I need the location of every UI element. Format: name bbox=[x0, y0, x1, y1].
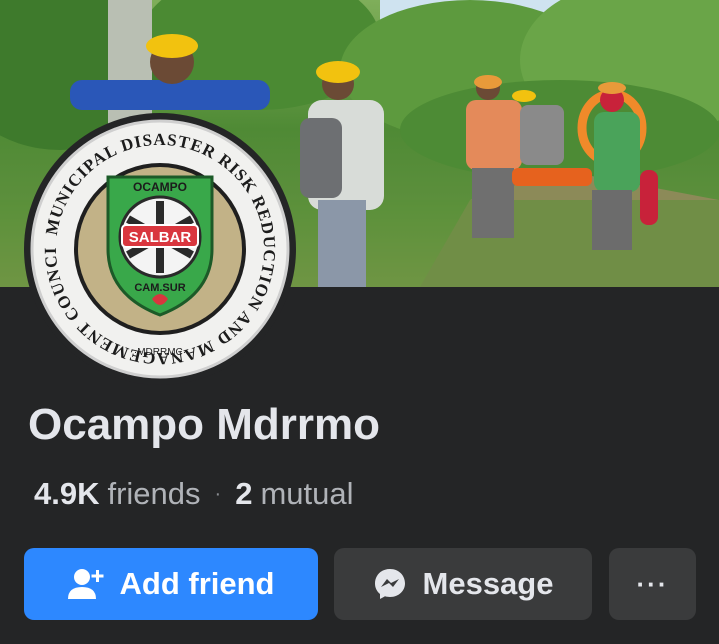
logo-bottom-label: CAM.SUR bbox=[134, 282, 185, 294]
badge-text: SALBAR bbox=[129, 229, 192, 246]
separator-dot: · bbox=[214, 482, 222, 505]
add-friend-label: Add friend bbox=[119, 566, 275, 601]
friend-stats: 4.9K friends · 2 mutual bbox=[24, 468, 412, 520]
logo-top-label: OCAMPO bbox=[133, 180, 187, 194]
message-label: Message bbox=[422, 566, 554, 601]
friends-count[interactable]: 4.9K bbox=[34, 476, 99, 512]
profile-name: Ocampo Mdrrmo bbox=[28, 400, 381, 449]
add-person-icon bbox=[67, 568, 104, 600]
profile-avatar[interactable]: SALBAR OCAMPO CAM.SUR MUNICIPAL DISASTER… bbox=[24, 113, 296, 385]
message-button[interactable]: Message bbox=[334, 548, 592, 620]
friends-label[interactable]: friends bbox=[107, 476, 200, 512]
mutual-count[interactable]: 2 bbox=[235, 476, 252, 512]
mutual-label[interactable]: mutual bbox=[260, 476, 353, 512]
profile-page: SALBAR OCAMPO CAM.SUR MUNICIPAL DISASTER… bbox=[0, 0, 719, 644]
mdrrmc-logo: SALBAR OCAMPO CAM.SUR MUNICIPAL DISASTER… bbox=[30, 119, 290, 379]
logo-acronym: ·MDRRMC· bbox=[134, 347, 186, 358]
more-dots-icon: ··· bbox=[636, 568, 669, 599]
messenger-icon bbox=[373, 567, 407, 601]
more-options-button[interactable]: ··· bbox=[609, 548, 696, 620]
add-friend-button[interactable]: Add friend bbox=[24, 548, 318, 620]
